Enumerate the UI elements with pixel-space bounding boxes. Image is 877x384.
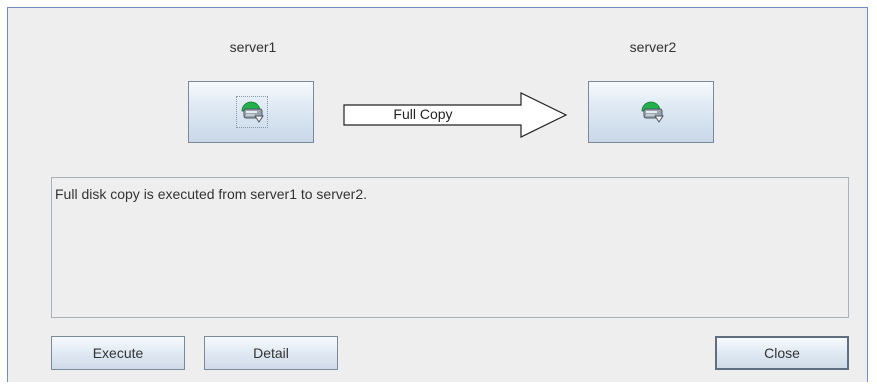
source-server-label: server1 xyxy=(229,39,277,55)
message-text: Full disk copy is executed from server1 … xyxy=(55,186,368,202)
mirror-disk-dialog: server1 server2 Full Copy Full disk copy… xyxy=(7,7,868,382)
operation-label: Full Copy xyxy=(393,106,453,122)
server-status-icon xyxy=(641,101,664,123)
source-server-button[interactable] xyxy=(188,81,314,143)
copy-direction-arrow: Full Copy xyxy=(343,92,569,138)
target-server-button[interactable] xyxy=(588,81,714,143)
message-text-area: Full disk copy is executed from server1 … xyxy=(51,177,849,318)
server-status-icon xyxy=(236,96,268,128)
close-button[interactable]: Close xyxy=(715,336,849,370)
target-server-label: server2 xyxy=(629,39,677,55)
execute-button[interactable]: Execute xyxy=(51,336,185,370)
detail-button[interactable]: Detail xyxy=(204,336,338,370)
